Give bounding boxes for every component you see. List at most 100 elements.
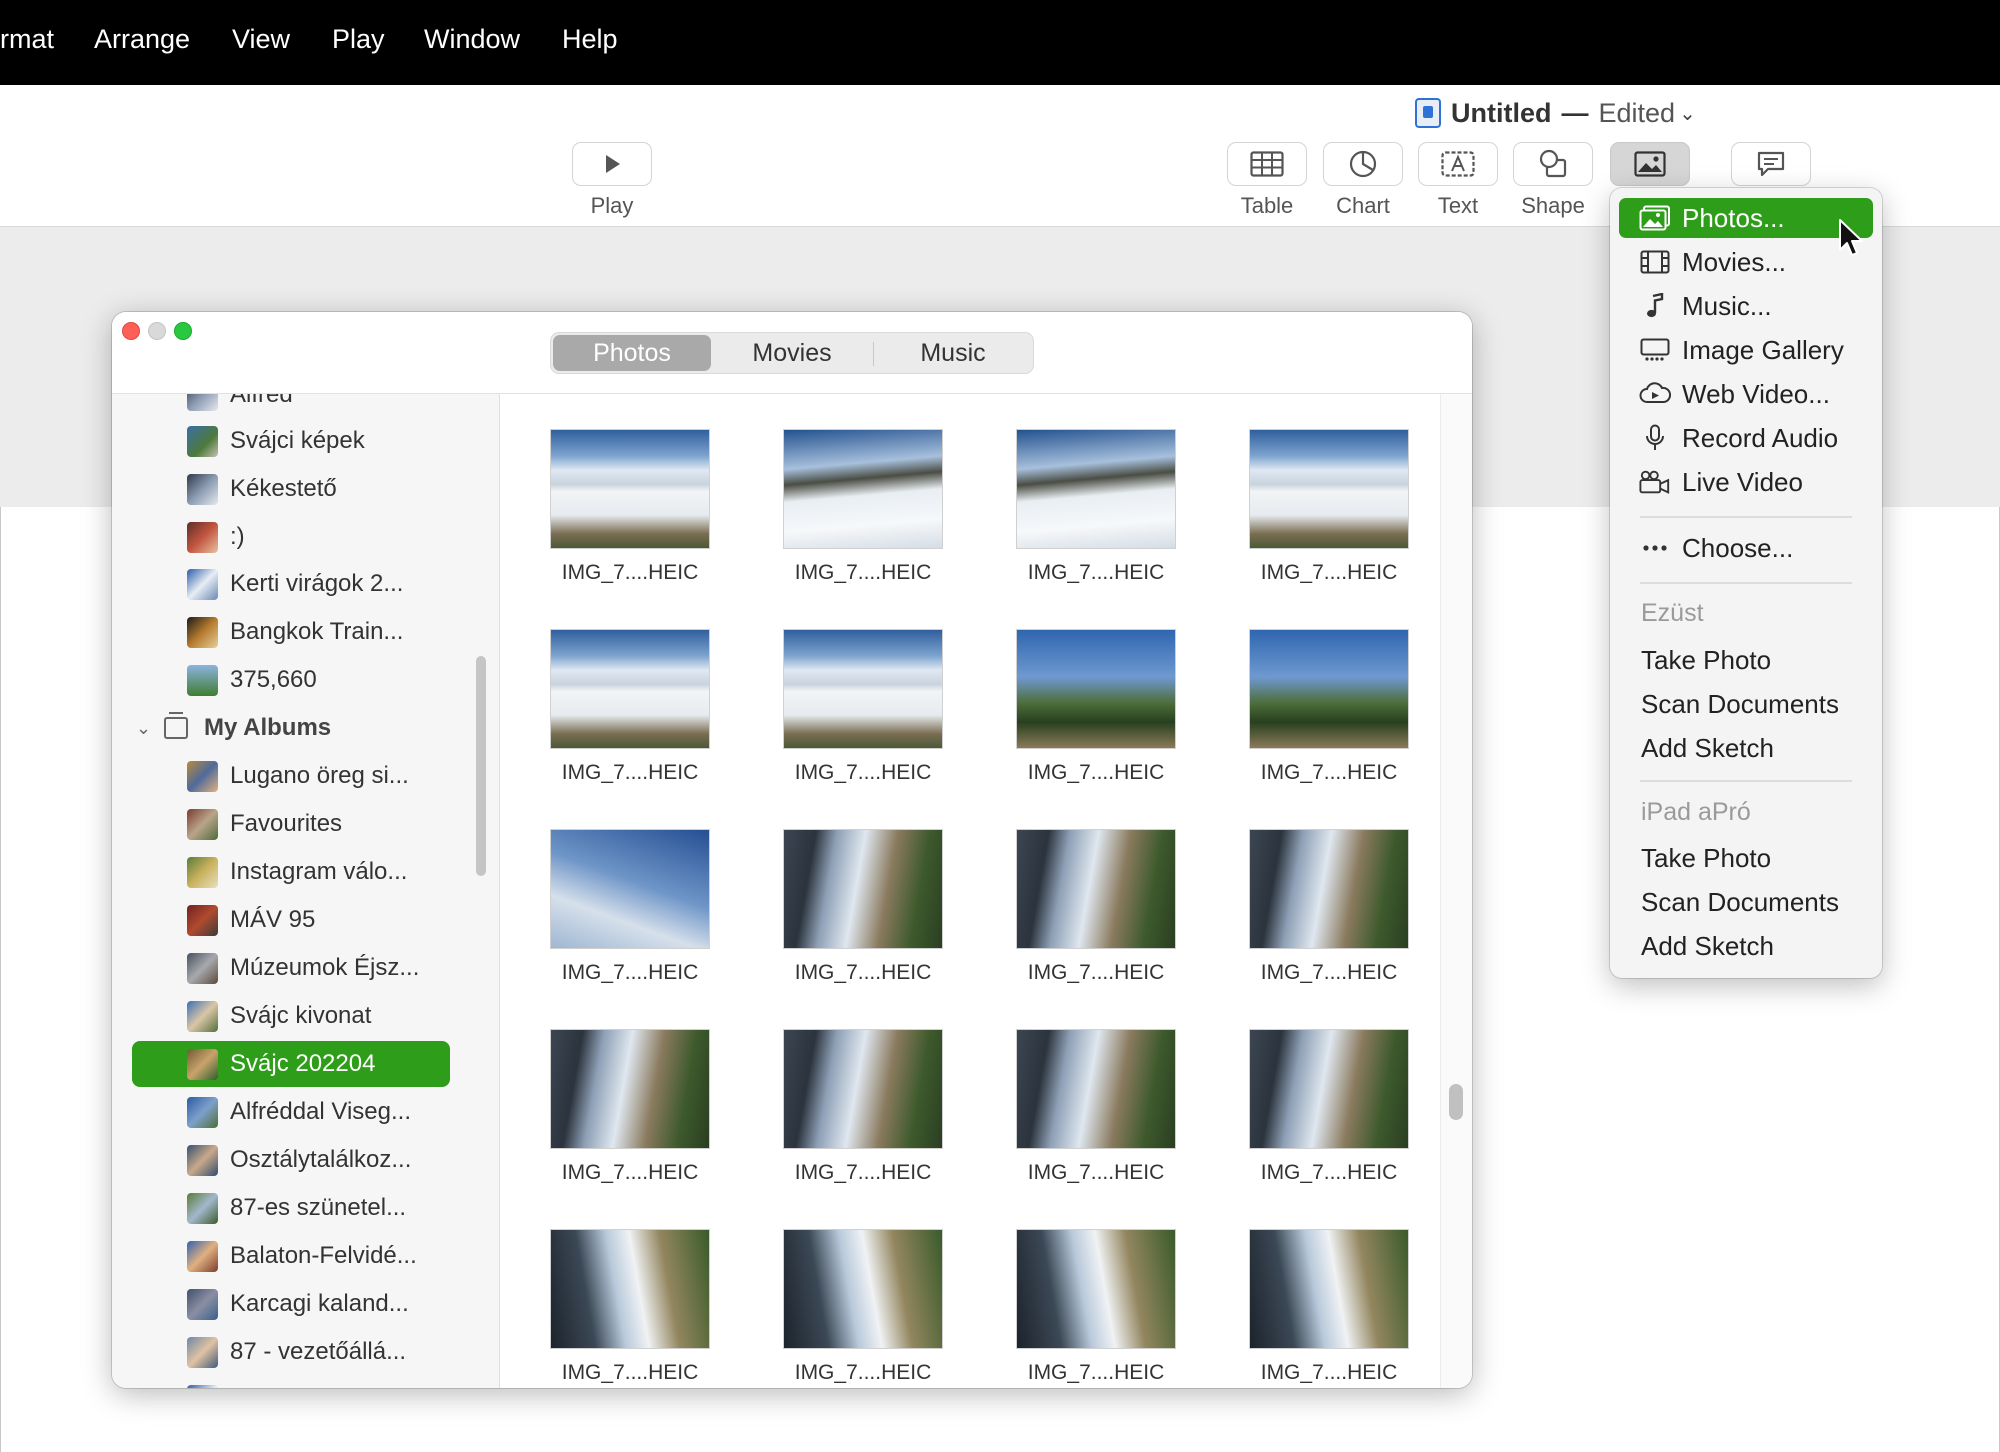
menu-item-take-photo[interactable]: Take Photo	[1619, 640, 1873, 680]
sidebar-album-item[interactable]: MÁV 95	[112, 897, 499, 943]
sidebar-album-partial-bottom[interactable]	[112, 1377, 499, 1388]
video-camera-icon	[1639, 468, 1671, 496]
photo-thumbnail-cell[interactable]: IMG_7....HEIC	[1011, 629, 1181, 799]
sidebar-album-item[interactable]: Kerti virágok 2...	[112, 561, 499, 607]
text-button[interactable]	[1418, 142, 1498, 186]
menu-item-label: Web Video...	[1682, 378, 1830, 409]
photo-thumbnail-cell[interactable]: IMG_7....HEIC	[1244, 429, 1414, 599]
menu-window[interactable]: Window	[424, 24, 520, 55]
shape-button[interactable]	[1513, 142, 1593, 186]
sidebar-scrollbar[interactable]	[476, 656, 486, 876]
menu-item-photos[interactable]: Photos...	[1619, 198, 1873, 238]
sidebar-album-item[interactable]: 375,660	[112, 657, 499, 703]
album-thumbnail	[187, 1192, 218, 1224]
menu-item-music[interactable]: Music...	[1619, 286, 1873, 326]
sidebar-album-item[interactable]: Karcagi kaland...	[112, 1281, 499, 1327]
photo-thumbnail-cell[interactable]: IMG_7....HEIC	[1011, 829, 1181, 999]
media-button[interactable]	[1610, 142, 1690, 186]
menu-item-scan-documents[interactable]: Scan Documents	[1619, 882, 1873, 922]
photo-thumbnail-cell[interactable]: IMG_7....HEIC	[1011, 1229, 1181, 1388]
sidebar-album-item[interactable]: Favourites	[112, 801, 499, 847]
photo-thumbnail-cell[interactable]: IMG_7....HEIC	[1244, 1229, 1414, 1388]
photo-image	[783, 1029, 943, 1149]
minimize-button[interactable]	[148, 322, 166, 340]
tab-music[interactable]: Music	[875, 335, 1031, 371]
sidebar-album-item[interactable]: Alfréddal Viseg...	[112, 1089, 499, 1135]
tab-photos[interactable]: Photos	[553, 335, 711, 371]
sidebar-album-item[interactable]: Lugano öreg si...	[112, 753, 499, 799]
sidebar-group-my-albums[interactable]: ⌄ My Albums	[112, 705, 499, 751]
menu-item-take-photo[interactable]: Take Photo	[1619, 838, 1873, 878]
chart-button[interactable]	[1323, 142, 1403, 186]
menu-item-scan-documents[interactable]: Scan Documents	[1619, 684, 1873, 724]
menu-item-web-video[interactable]: Web Video...	[1619, 374, 1873, 414]
photo-grid: IMG_7....HEIC IMG_7....HEIC IMG_7....HEIC I…	[502, 394, 1437, 1388]
sidebar-album-item[interactable]: Múzeumok Éjsz...	[112, 945, 499, 991]
chevron-down-icon[interactable]: ⌄	[136, 718, 151, 739]
photo-image	[1016, 1029, 1176, 1149]
zoom-button[interactable]	[174, 322, 192, 340]
photo-thumbnail-cell[interactable]: IMG_7....HEIC	[778, 429, 948, 599]
sidebar-album-item[interactable]: Svájc kivonat	[112, 993, 499, 1039]
sidebar-album-item[interactable]: Kékestető	[112, 466, 499, 512]
photo-grid-scroll-track	[1440, 394, 1472, 1388]
photo-thumbnail-cell[interactable]: IMG_7....HEIC	[545, 829, 715, 999]
sidebar-album-item[interactable]: Bangkok Train...	[112, 609, 499, 655]
photo-thumbnail-cell[interactable]: IMG_7....HEIC	[778, 829, 948, 999]
sidebar-album-item[interactable]: Balaton-Felvidé...	[112, 1233, 499, 1279]
menu-item-add-sketch[interactable]: Add Sketch	[1619, 926, 1873, 966]
close-button[interactable]	[122, 322, 140, 340]
menu-item-record-audio[interactable]: Record Audio	[1619, 418, 1873, 458]
photo-thumbnail-cell[interactable]: IMG_7....HEIC	[1244, 1029, 1414, 1199]
photo-thumbnail-cell[interactable]: IMG_7....HEIC	[1011, 1029, 1181, 1199]
sidebar-album-item[interactable]: Svájci képek	[112, 418, 499, 464]
play-label: Play	[590, 193, 634, 218]
photo-caption: IMG_7....HEIC	[1027, 1161, 1165, 1184]
photo-image	[1016, 629, 1176, 749]
document-name: Untitled	[1451, 97, 1552, 128]
menu-item-movies[interactable]: Movies...	[1619, 242, 1873, 282]
menu-arrange[interactable]: Arrange	[94, 24, 190, 55]
text-box-icon	[1441, 151, 1475, 177]
sidebar-album-item[interactable]: :)	[112, 514, 499, 560]
sidebar-album-item[interactable]: 87-es szünetel...	[112, 1185, 499, 1231]
table-button[interactable]	[1227, 142, 1307, 186]
album-label: MÁV 95	[230, 906, 316, 933]
photo-thumbnail-cell[interactable]: IMG_7....HEIC	[545, 1029, 715, 1199]
photo-thumbnail-cell[interactable]: IMG_7....HEIC	[545, 629, 715, 799]
sidebar-album-item[interactable]: Instagram válo...	[112, 849, 499, 895]
menu-item-choose[interactable]: Choose...	[1619, 528, 1873, 568]
menu-format[interactable]: rmat	[0, 24, 54, 55]
sidebar-album-item[interactable]: Osztálytalálkoz...	[112, 1137, 499, 1183]
menu-item-label: Add Sketch	[1641, 930, 1774, 961]
photo-caption: IMG_7....HEIC	[1027, 761, 1165, 784]
play-button[interactable]	[572, 142, 652, 186]
photo-caption: IMG_7....HEIC	[1260, 1361, 1398, 1384]
photo-thumbnail-cell[interactable]: IMG_7....HEIC	[1244, 629, 1414, 799]
menu-item-live-video[interactable]: Live Video	[1619, 462, 1873, 502]
photo-thumbnail-cell[interactable]: IMG_7....HEIC	[1011, 429, 1181, 599]
menu-play[interactable]: Play	[332, 24, 385, 55]
menu-item-image-gallery[interactable]: Image Gallery	[1619, 330, 1873, 370]
menu-help[interactable]: Help	[562, 24, 618, 55]
photo-thumbnail-cell[interactable]: IMG_7....HEIC	[778, 1229, 948, 1388]
sidebar-album-item-selected[interactable]: Svájc 202204	[112, 1041, 499, 1087]
album-thumbnail	[187, 904, 218, 936]
photo-image	[550, 1029, 710, 1149]
photo-grid-scrollbar[interactable]	[1449, 1084, 1463, 1120]
document-title[interactable]: Untitled — Edited ⌄	[1415, 96, 1696, 130]
tab-movies[interactable]: Movies	[713, 335, 871, 371]
photo-thumbnail-cell[interactable]: IMG_7....HEIC	[778, 1029, 948, 1199]
comment-button[interactable]	[1731, 142, 1811, 186]
album-label: Balaton-Felvidé...	[230, 1242, 417, 1269]
group-label: My Albums	[204, 714, 332, 741]
photo-thumbnail-cell[interactable]: IMG_7....HEIC	[545, 429, 715, 599]
photo-thumbnail-cell[interactable]: IMG_7....HEIC	[1244, 829, 1414, 999]
photo-thumbnail-cell[interactable]: IMG_7....HEIC	[778, 629, 948, 799]
sidebar-album-partial[interactable]: Alfred	[112, 394, 499, 418]
menu-separator	[1640, 582, 1852, 584]
photo-thumbnail-cell[interactable]: IMG_7....HEIC	[545, 1229, 715, 1388]
sidebar-album-item[interactable]: 87 - vezetőállá...	[112, 1329, 499, 1375]
menu-view[interactable]: View	[232, 24, 290, 55]
menu-item-add-sketch[interactable]: Add Sketch	[1619, 728, 1873, 768]
